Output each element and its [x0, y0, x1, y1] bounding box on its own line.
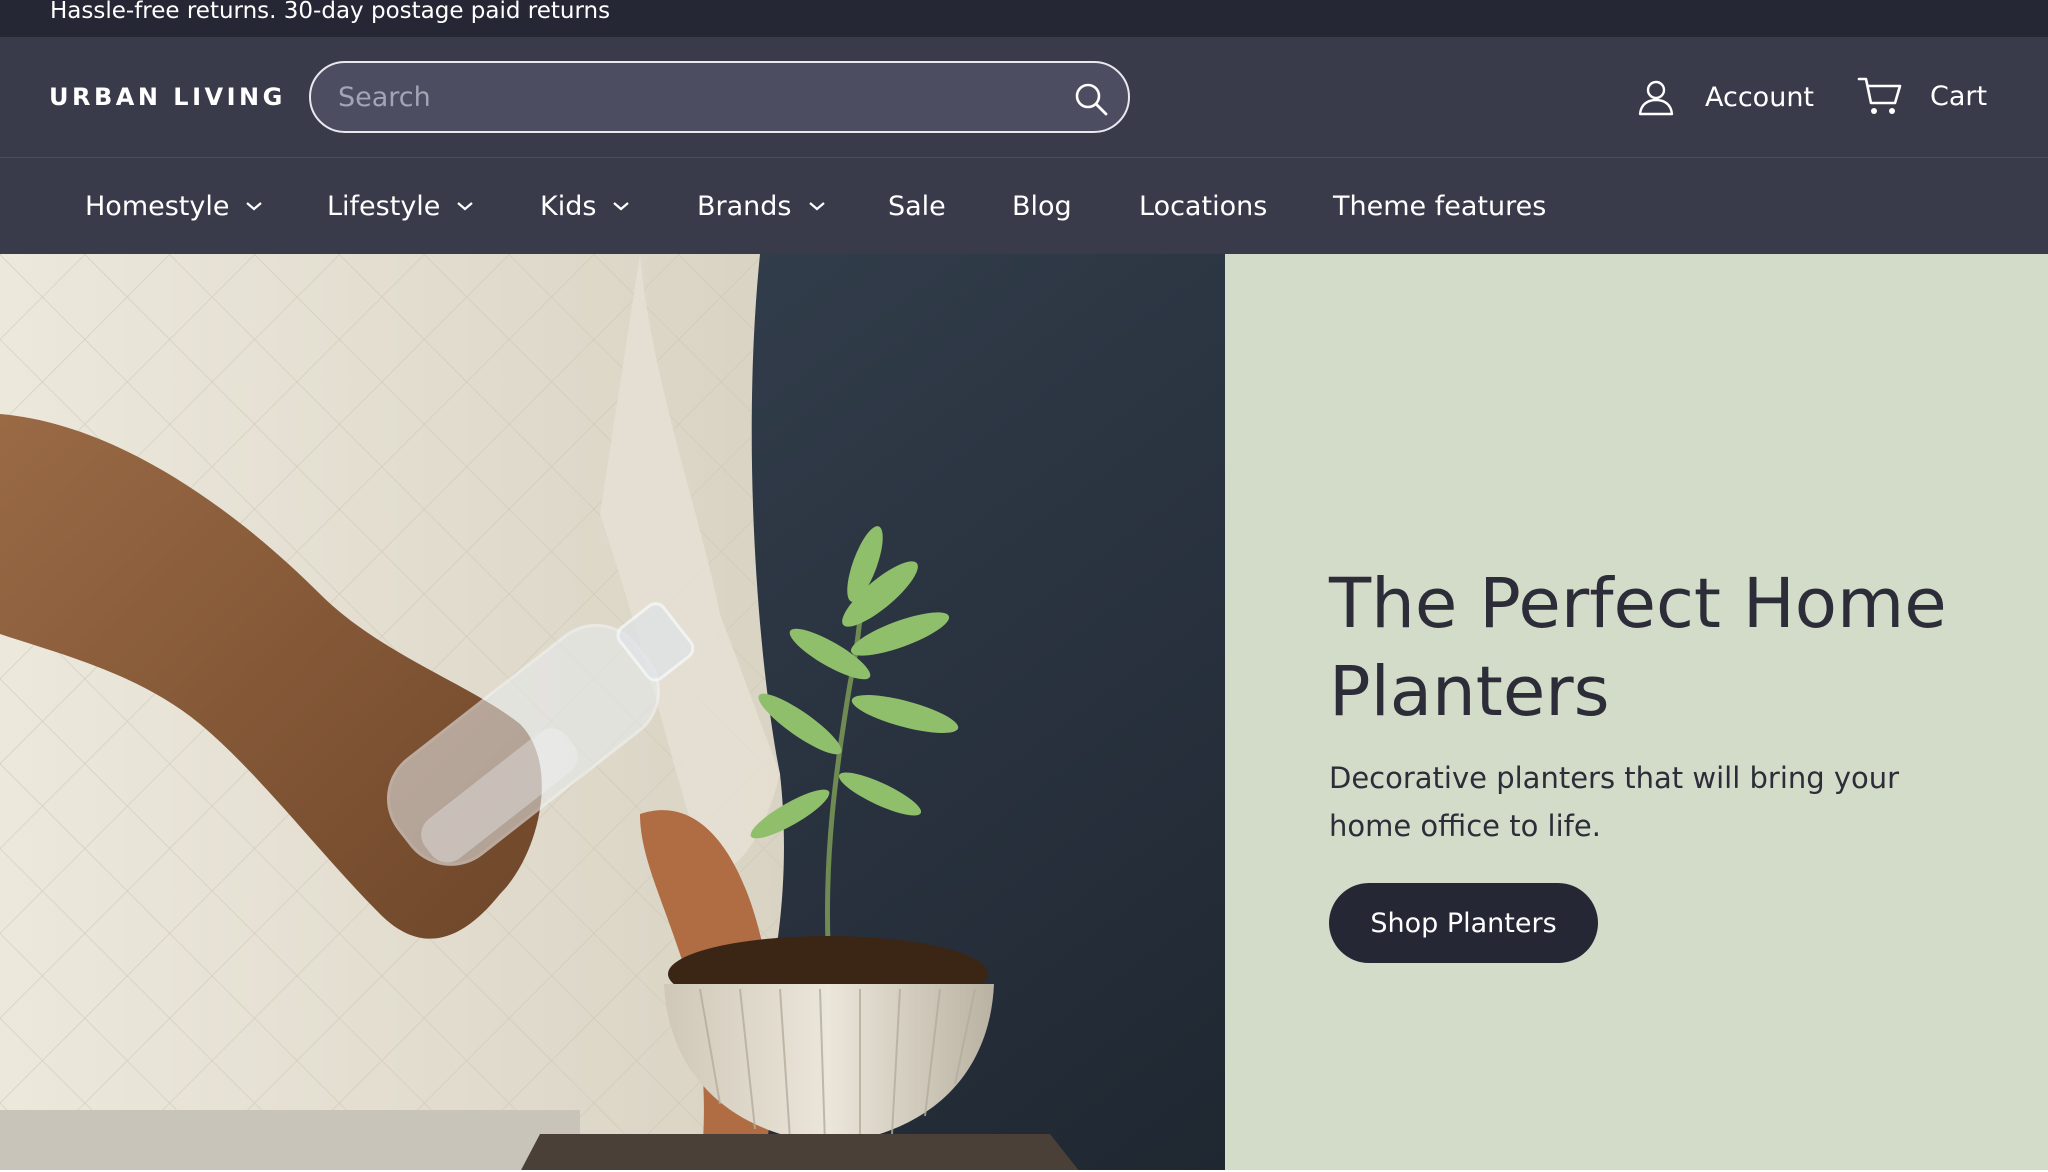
announcement-text: Hassle-free returns. 30-day postage paid…: [50, 0, 611, 24]
chevron-down-icon: [808, 202, 825, 211]
nav-item-homestyle[interactable]: Homestyle: [85, 189, 263, 223]
nav-item-label: Locations: [1139, 190, 1268, 222]
user-icon: [1638, 80, 1674, 116]
search-input[interactable]: [338, 77, 1038, 117]
cart-icon: [1857, 77, 1902, 114]
nav-item-label: Kids: [540, 190, 597, 222]
nav-item-locations[interactable]: Locations: [1139, 189, 1267, 223]
hero-photo-illustration: [0, 254, 1225, 1172]
hero-title: The Perfect Home Planters: [1329, 564, 1947, 732]
hero-image: [0, 254, 1225, 1172]
site-header: URBAN LIVING Account Cart: [0, 37, 2048, 158]
nav-item-lifestyle[interactable]: Lifestyle: [327, 189, 474, 223]
hero-content-panel: The Perfect Home Planters Decorative pla…: [1225, 254, 2048, 1172]
nav-item-label: Sale: [888, 190, 946, 222]
nav-item-sale[interactable]: Sale: [888, 189, 946, 223]
main-navigation: Homestyle Lifestyle Kids Brands Sale Blo…: [0, 158, 2048, 254]
chevron-down-icon: [246, 202, 263, 211]
cart-link[interactable]: Cart: [1857, 74, 1987, 118]
search-icon[interactable]: [1073, 81, 1109, 117]
account-link[interactable]: Account: [1636, 77, 1814, 117]
nav-item-brands[interactable]: Brands: [697, 189, 826, 223]
shop-planters-button[interactable]: Shop Planters: [1329, 883, 1598, 963]
store-logo[interactable]: URBAN LIVING: [49, 83, 286, 111]
nav-item-label: Blog: [1012, 190, 1072, 222]
search-bar[interactable]: [309, 61, 1130, 133]
nav-item-blog[interactable]: Blog: [1012, 189, 1072, 223]
nav-item-kids[interactable]: Kids: [540, 189, 630, 223]
chevron-down-icon: [613, 202, 630, 211]
nav-item-label: Homestyle: [85, 190, 230, 222]
chevron-down-icon: [457, 202, 474, 211]
nav-item-label: Brands: [697, 190, 792, 222]
nav-item-label: Theme features: [1333, 190, 1547, 222]
announcement-bar: Hassle-free returns. 30-day postage paid…: [0, 0, 2048, 37]
cart-label: Cart: [1930, 80, 1988, 112]
nav-item-label: Lifestyle: [327, 190, 441, 222]
nav-item-theme-features[interactable]: Theme features: [1333, 189, 1546, 223]
account-label: Account: [1705, 81, 1815, 113]
hero-subtitle: Decorative planters that will bring your…: [1329, 761, 1900, 843]
